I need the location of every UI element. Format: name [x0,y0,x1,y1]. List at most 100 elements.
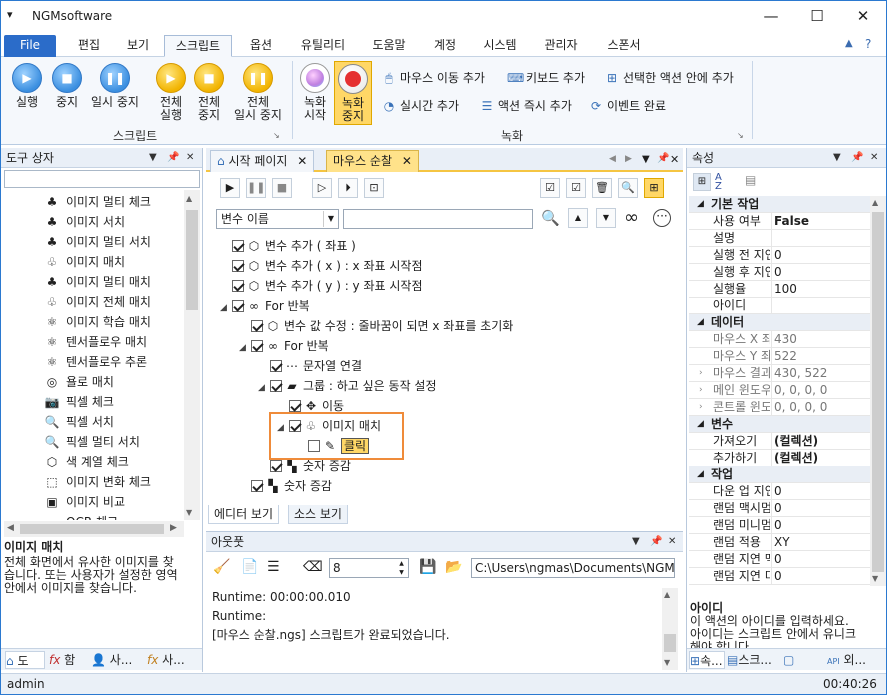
toolbox-item[interactable]: ♣ 이미지 서치 [44,212,125,232]
pin-icon[interactable]: 📌 [167,148,179,168]
property-row[interactable]: 추가하기 (컬렉션) [689,449,872,467]
folder-icon[interactable]: 📂 [445,559,462,575]
add-action-now-button[interactable]: ☰ 액션 즉시 추가 [479,97,572,115]
node-checkbox[interactable] [251,480,263,492]
property-value[interactable]: (컬렉션) [774,450,818,466]
property-value[interactable]: 0 [774,551,782,567]
dropdown-icon[interactable]: ▼ [149,148,157,168]
scroll-left-icon[interactable]: ◀ [7,523,14,533]
dropdown-icon[interactable]: ▼ [642,154,650,165]
tab-scroll-left-icon[interactable]: ◀ [609,154,616,164]
toolbox-item[interactable]: ⬡ 색 계열 체크 [44,452,129,472]
tree-node[interactable]: ◢ ∞ For 반복 [220,296,310,316]
tab-external[interactable]: API 외... [827,651,866,669]
toolbox-item[interactable]: ⚛ 텐서플로우 추론 [44,352,148,372]
tab-admin[interactable]: 관리자 [535,35,587,57]
toolbox-item[interactable]: ♣ 이미지 멀티 서치 [44,232,151,252]
list-icon[interactable]: ☰ [267,559,280,575]
stepper-arrows-icon[interactable]: ▲ ▼ [395,559,408,577]
property-value[interactable]: 0 [774,483,782,499]
property-row[interactable]: › 메인 윈도우 0, 0, 0, 0 [689,381,872,399]
tree-node[interactable]: ⬡ 변수 추가 ( 좌표 ) [220,236,356,256]
property-value[interactable]: False [774,213,809,229]
toolbox-item[interactable]: ♧ 이미지 매치 [44,252,125,272]
property-value[interactable]: 0, 0, 0, 0 [774,399,827,415]
pin-icon[interactable]: 📌 [657,153,669,164]
expand-icon[interactable]: › [699,399,703,415]
property-row[interactable]: 사용 여부 False [689,212,872,230]
tree-view-icon[interactable]: ⊞ [644,178,664,198]
tab-toolbox[interactable]: ⌂ 도 [5,651,45,669]
toolbox-item[interactable]: ⬚ 이미지 변화 체크 [44,472,151,492]
pin-icon[interactable]: 📌 [851,148,863,168]
node-checkbox[interactable] [251,340,263,352]
property-row[interactable]: 실행 후 지연 0 [689,263,872,281]
expand-icon[interactable]: ◢ [239,338,249,358]
dropdown-icon[interactable]: ▼ [833,148,841,168]
property-row[interactable]: 아이디 [689,297,872,315]
check-all-icon[interactable]: ☑ [540,178,560,198]
tab-script[interactable]: 스크립트 [164,35,232,57]
tab-properties[interactable]: ⊞속... [689,651,725,669]
pause-all-button[interactable]: ❚❚ 전체 일시 중지 [229,63,287,122]
property-value[interactable]: 0, 0, 0, 0 [774,382,827,398]
stop-icon[interactable]: ■ [272,178,292,198]
toolbox-hscroll[interactable]: ◀ ▶ [4,521,184,537]
tab-system[interactable]: 시스템 [475,35,525,57]
scroll-down-icon[interactable]: ▼ [186,508,192,517]
property-row[interactable]: › 콘트롤 윈도우 0, 0, 0, 0 [689,398,872,416]
scroll-down-icon[interactable]: ▼ [664,658,670,667]
add-to-selected-button[interactable]: ⊞ 선택한 액션 안에 추가 [604,69,734,87]
tab-user[interactable]: 👤 사... [91,651,132,669]
step-over-icon[interactable]: ⏵ [338,178,358,198]
property-value[interactable]: 0 [774,517,782,533]
add-keyboard-button[interactable]: ⌨ 키보드 추가 [507,69,585,87]
path-field[interactable]: C:\Users\ngmas\Documents\NGM6\ [471,558,675,578]
tab-view[interactable]: 보기 [116,35,160,57]
tab-functions[interactable]: fx 함 [49,651,75,669]
stop-all-button[interactable]: ■ 전체 중지 [191,63,227,122]
node-checkbox[interactable] [270,460,282,472]
record-stop-button[interactable]: 녹화 중지 [334,61,372,125]
search-down-button[interactable]: ▼ [596,208,616,228]
tree-node[interactable]: ◢ ∞ For 반복 [239,336,329,356]
property-value[interactable]: 100 [774,281,797,297]
tab-mouse-patrol[interactable]: 마우스 순찰 ✕ [326,150,419,172]
collapse-icon[interactable]: ◢ [697,466,704,482]
check-icon[interactable]: ☑ [566,178,586,198]
tab-scroll-right-icon[interactable]: ▶ [625,154,632,164]
tree-node[interactable]: ⬡ 변수 값 수정 : 줄바꿈이 되면 x 좌표를 초기화 [239,316,513,336]
collapse-ribbon-icon[interactable]: ▲ [845,38,853,49]
node-checkbox[interactable] [270,380,282,392]
toolbox-item[interactable]: 🔍 픽셀 서치 [44,412,114,432]
tab-account[interactable]: 계정 [425,35,465,57]
expand-icon[interactable]: ◢ [220,298,230,318]
toolbox-item[interactable]: ▭ OCR 체크 [44,512,118,520]
pause-icon[interactable]: ❚❚ [246,178,266,198]
infinity-icon[interactable]: ∞ [624,207,639,228]
scroll-thumb[interactable] [664,634,676,652]
scroll-up-icon[interactable]: ▲ [664,590,670,599]
node-checkbox[interactable] [251,320,263,332]
node-checkbox[interactable] [232,280,244,292]
step-into-icon[interactable]: ⊡ [364,178,384,198]
play-icon[interactable]: ▶ [220,178,240,198]
property-row[interactable]: 다운 업 지연 0 [689,483,872,501]
tree-node[interactable]: ◢ ▰ 그룹 : 하고 싶은 동작 설정 [258,376,437,396]
property-value[interactable]: 0 [774,500,782,516]
tab-edit[interactable]: 편집 [67,35,111,57]
collapse-icon[interactable]: ◢ [697,416,704,432]
record-start-button[interactable]: 녹화 시작 [297,63,333,122]
scroll-up-icon[interactable]: ▲ [872,198,878,207]
property-pages-icon[interactable]: ▤ [745,173,756,187]
tree-node[interactable]: ⬡ 변수 추가 ( x ) : x 좌표 시작점 [220,256,423,276]
scroll-up-icon[interactable]: ▲ [186,194,192,203]
tab-start-page[interactable]: ⌂ 시작 페이지 ✕ [210,150,315,172]
property-row[interactable]: › 마우스 결과 430, 522 [689,365,872,382]
close-icon[interactable]: ✕ [870,148,878,168]
tree-node[interactable]: ▚ 숫자 증감 [239,476,332,496]
property-row[interactable]: 랜덤 지연 미 0 [689,567,872,585]
node-checkbox[interactable] [232,260,244,272]
output-vscroll[interactable]: ▲ ▼ [662,588,678,670]
property-category[interactable]: ◢ 변수 [689,415,872,433]
